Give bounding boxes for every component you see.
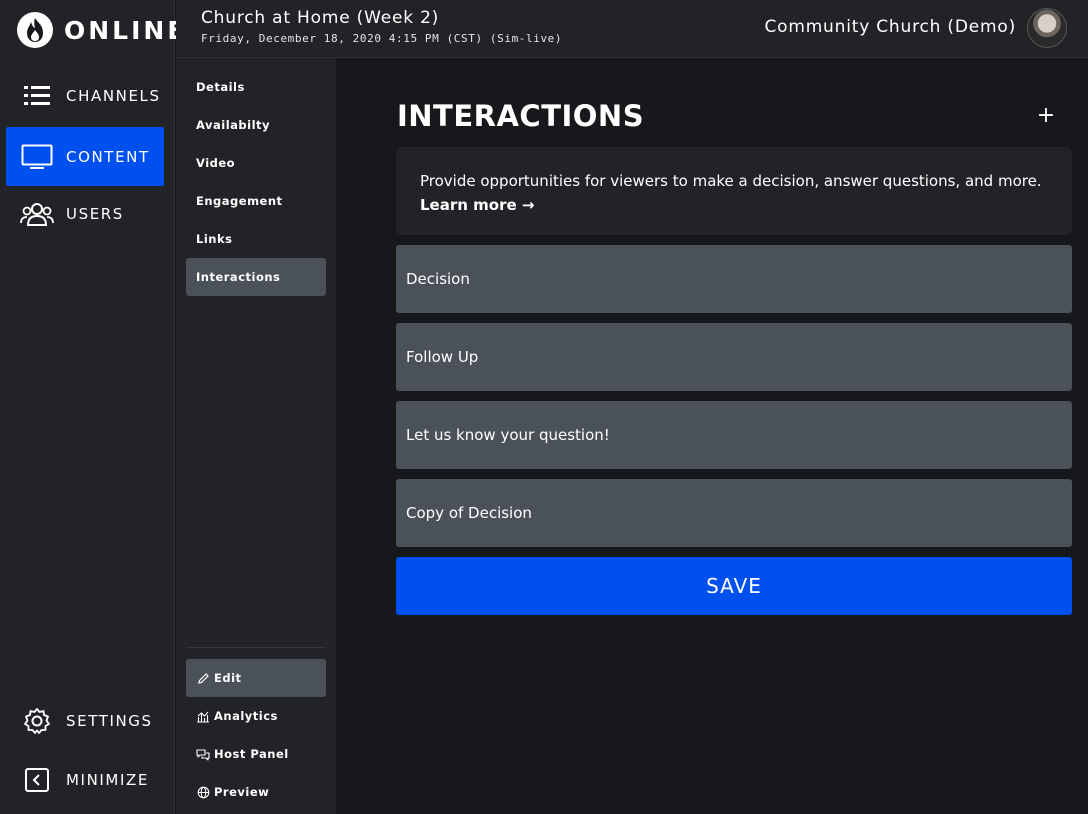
logo[interactable]: ONLINE [17, 12, 187, 48]
nav-content[interactable]: CONTENT [6, 127, 164, 186]
nav-label: CONTENT [66, 147, 150, 166]
save-button[interactable]: SAVE [396, 557, 1072, 615]
list-icon [20, 82, 54, 110]
nav-label: SETTINGS [66, 711, 153, 730]
main-sidebar: ONLINE CHANNELS CONTENT USERS SETTINGS M… [0, 0, 184, 814]
info-text: Provide opportunities for viewers to mak… [420, 172, 1042, 190]
tab-label: Details [196, 80, 245, 94]
nav-channels[interactable]: CHANNELS [6, 66, 164, 125]
divider [186, 647, 326, 648]
edit-button[interactable]: Edit [186, 659, 326, 697]
interaction-row[interactable]: Follow Up [396, 323, 1072, 391]
host-panel-button[interactable]: Host Panel [186, 735, 326, 773]
chat-icon [196, 747, 210, 761]
content-sidebar: Details Availabilty Video Engagement Lin… [176, 58, 336, 814]
page-title: INTERACTIONS [397, 99, 645, 133]
action-label: Preview [214, 785, 270, 799]
tab-details[interactable]: Details [186, 68, 326, 106]
interaction-title: Copy of Decision [406, 504, 532, 522]
preview-button[interactable]: Preview [186, 773, 326, 811]
add-interaction-button[interactable]: + [1034, 104, 1058, 128]
action-label: Analytics [214, 709, 278, 723]
tab-availability[interactable]: Availabilty [186, 106, 326, 144]
tab-label: Engagement [196, 194, 283, 208]
top-header: Church at Home (Week 2) Friday, December… [176, 0, 1088, 58]
monitor-icon [20, 143, 54, 171]
brand-name: ONLINE [64, 15, 188, 45]
interaction-row[interactable]: Copy of Decision [396, 479, 1072, 547]
analytics-icon [196, 709, 210, 723]
tab-label: Video [196, 156, 236, 170]
analytics-button[interactable]: Analytics [186, 697, 326, 735]
globe-icon [196, 785, 210, 799]
nav-label: MINIMIZE [66, 770, 149, 789]
tab-label: Links [196, 232, 233, 246]
organization-name[interactable]: Community Church (Demo) [764, 17, 1016, 37]
nav-label: CHANNELS [66, 86, 161, 105]
interaction-row[interactable]: Let us know your question! [396, 401, 1072, 469]
tab-label: Availabilty [196, 118, 271, 132]
interaction-title: Decision [406, 270, 470, 288]
action-label: Host Panel [214, 747, 289, 761]
gear-icon [20, 707, 54, 735]
nav-minimize[interactable]: MINIMIZE [6, 750, 164, 809]
main-content: INTERACTIONS + Provide opportunities for… [336, 58, 1088, 814]
action-label: Edit [214, 671, 242, 685]
nav-settings[interactable]: SETTINGS [6, 691, 164, 750]
nav-users[interactable]: USERS [6, 184, 164, 243]
event-title: Church at Home (Week 2) [201, 8, 440, 28]
tab-links[interactable]: Links [186, 220, 326, 258]
pencil-icon [196, 671, 210, 685]
info-box: Provide opportunities for viewers to mak… [396, 147, 1072, 235]
tab-label: Interactions [196, 270, 281, 284]
users-icon [20, 200, 54, 228]
tab-engagement[interactable]: Engagement [186, 182, 326, 220]
tab-video[interactable]: Video [186, 144, 326, 182]
flame-logo-icon [17, 12, 53, 48]
avatar[interactable] [1027, 8, 1067, 48]
interaction-title: Let us know your question! [406, 426, 610, 444]
learn-more-link[interactable]: Learn more → [420, 193, 1048, 217]
collapse-icon [20, 766, 54, 794]
event-date: Friday, December 18, 2020 4:15 PM (CST) … [201, 32, 563, 45]
nav-label: USERS [66, 204, 124, 223]
interaction-row[interactable]: Decision [396, 245, 1072, 313]
tab-interactions[interactable]: Interactions [186, 258, 326, 296]
interaction-title: Follow Up [406, 348, 479, 366]
